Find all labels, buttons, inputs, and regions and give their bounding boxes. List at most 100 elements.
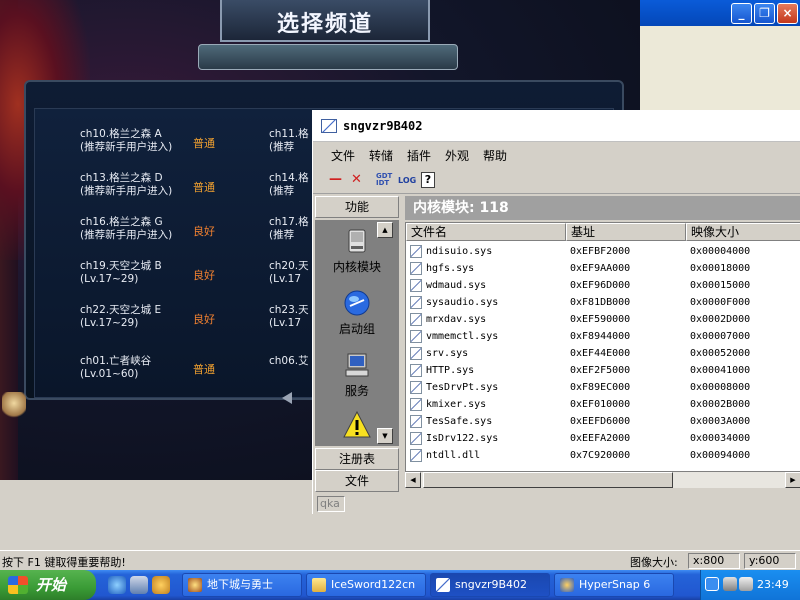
cell-base: 0xEF010000 [570, 399, 631, 410]
file-icon [410, 330, 422, 343]
channel-item[interactable]: ch22.天空之城 E (Lv.17~29) [80, 304, 161, 330]
minus-icon[interactable]: — [329, 172, 342, 190]
file-icon [410, 296, 422, 309]
channel-name: ch22.天空之城 E [80, 304, 162, 316]
tray-expand-icon[interactable] [705, 577, 719, 591]
channel-name: ch01.亡者峡谷 [80, 355, 152, 367]
nav-item-startup-group[interactable]: 启动组 [315, 288, 399, 337]
channel-item[interactable]: ch11.格 (推荐 [269, 128, 312, 154]
table-row[interactable]: vmmemctl.sys 0xF8944000 0x00007000 [406, 328, 800, 345]
channel-name: ch11.格 [269, 128, 309, 140]
table-row[interactable]: IsDrv122.sys 0xEEFA2000 0x00034000 [406, 430, 800, 447]
nav-scroll-down-button[interactable]: ▼ [377, 428, 393, 444]
file-icon [410, 415, 422, 428]
menu-bar: 文件 转储 插件 外观 帮助 [313, 142, 800, 168]
table-row[interactable]: wdmaud.sys 0xEF96D000 0x00015000 [406, 277, 800, 294]
nav-file-button[interactable]: 文件 [315, 470, 399, 492]
folder-icon [312, 578, 326, 592]
channel-item[interactable]: ch14.格 (推荐 [269, 172, 312, 198]
cell-base: 0xF89EC000 [570, 382, 631, 393]
log-icon[interactable]: LOG [398, 176, 416, 194]
image-width-field: x:800 [688, 553, 740, 569]
task-game[interactable]: 地下城与勇士 [182, 573, 302, 597]
function-header[interactable]: 功能 [315, 196, 399, 218]
cell-filename: wdmaud.sys [426, 280, 487, 291]
table-row[interactable]: mrxdav.sys 0xEF590000 0x0002D000 [406, 311, 800, 328]
cell-base: 0xF81DB000 [570, 297, 631, 308]
scroll-right-button[interactable]: ▶ [785, 472, 800, 488]
minimize-button[interactable]: _ [731, 3, 752, 24]
column-header-filename[interactable]: 文件名 [406, 223, 566, 241]
channel-item[interactable]: ch01.亡者峡谷 (Lv.01~60) [80, 355, 151, 381]
help-hint: 按下 F1 键取得重要帮助! [2, 556, 126, 569]
menu-view[interactable]: 外观 [445, 147, 469, 164]
table-row[interactable]: sysaudio.sys 0xF81DB000 0x0000F000 [406, 294, 800, 311]
task-hypersnap[interactable]: HyperSnap 6 [554, 573, 674, 597]
channel-item[interactable]: ch16.格兰之森 G (推荐新手用户进入) [80, 216, 172, 242]
volume-icon[interactable] [739, 577, 753, 591]
task-label: IceSword122cn [331, 578, 416, 591]
file-icon [410, 449, 422, 462]
help-icon[interactable]: ? [421, 172, 435, 188]
file-icon [410, 381, 422, 394]
file-icon [410, 262, 422, 275]
channel-item[interactable]: ch20.天 (Lv.17 [269, 260, 312, 286]
nav-item-services[interactable]: 服务 [315, 350, 399, 399]
task-icesword-folder[interactable]: IceSword122cn [306, 573, 426, 597]
maximize-button[interactable]: ❐ [754, 3, 775, 24]
scroll-left-button[interactable]: ◀ [405, 472, 421, 488]
column-header-base[interactable]: 基址 [566, 223, 686, 241]
table-row[interactable]: srv.sys 0xEF44E000 0x00052000 [406, 345, 800, 362]
start-button[interactable]: 开始 [0, 570, 96, 600]
cell-filename: vmmemctl.sys [426, 331, 499, 342]
table-row[interactable]: kmixer.sys 0xEF010000 0x0002B000 [406, 396, 800, 413]
cell-filename: srv.sys [426, 348, 469, 359]
close-button[interactable]: × [777, 3, 798, 24]
task-icesword[interactable]: sngvzr9B402 [430, 573, 550, 597]
nav-registry-button[interactable]: 注册表 [315, 448, 399, 470]
cell-size: 0x0002D000 [690, 314, 751, 325]
table-row[interactable]: ntdll.dll 0x7C920000 0x00094000 [406, 447, 800, 464]
ie-icon[interactable] [108, 576, 126, 594]
table-row[interactable]: hgfs.sys 0xEF9AA000 0x00018000 [406, 260, 800, 277]
channel-item[interactable]: ch19.天空之城 B (Lv.17~29) [80, 260, 162, 286]
channel-item[interactable]: ch06.艾 [269, 355, 312, 368]
channel-item[interactable]: ch10.格兰之森 A (推荐新手用户进入) [80, 128, 172, 154]
column-header-size[interactable]: 映像大小 [686, 223, 800, 241]
cell-size: 0x0002B000 [690, 399, 751, 410]
channel-status: 普通 [193, 137, 215, 150]
channel-name: ch14.格 [269, 172, 309, 184]
channel-note: (推荐新手用户进入) [80, 229, 173, 241]
table-row[interactable]: ndisuio.sys 0xEFBF2000 0x00004000 [406, 243, 800, 260]
cell-size: 0x00015000 [690, 280, 751, 291]
channel-item[interactable]: ch23.天 (Lv.17 [269, 304, 312, 330]
nav-scroll-up-button[interactable]: ▲ [377, 222, 393, 238]
channel-item[interactable]: ch13.格兰之森 D (推荐新手用户进入) [80, 172, 172, 198]
table-row[interactable]: HTTP.sys 0xEF2F5000 0x00041000 [406, 362, 800, 379]
network-icon[interactable] [723, 577, 737, 591]
horizontal-scrollbar[interactable]: ◀ ▶ [405, 472, 800, 488]
file-icon [410, 432, 422, 445]
channel-status: 良好 [193, 269, 215, 282]
page-left-arrow-icon[interactable] [282, 392, 292, 404]
cell-filename: TesSafe.sys [426, 416, 493, 427]
cell-base: 0xEFBF2000 [570, 246, 631, 257]
main-window-client-bottom [0, 480, 312, 550]
gdt-idt-icon[interactable]: GDT IDT [376, 173, 392, 191]
channel-item[interactable]: ch17.格 (推荐 [269, 216, 312, 242]
menu-help[interactable]: 帮助 [483, 147, 507, 164]
menu-file[interactable]: 文件 [331, 147, 355, 164]
app-icon [321, 119, 337, 133]
desktop-icon[interactable] [130, 576, 148, 594]
table-row[interactable]: TesDrvPt.sys 0xF89EC000 0x00008000 [406, 379, 800, 396]
table-row[interactable]: TesSafe.sys 0xEEFD6000 0x0003A000 [406, 413, 800, 430]
menu-dump[interactable]: 转储 [369, 147, 393, 164]
cell-filename: sysaudio.sys [426, 297, 499, 308]
close-x-icon[interactable]: ✕ [351, 172, 362, 190]
menu-plugins[interactable]: 插件 [407, 147, 431, 164]
media-icon[interactable] [152, 576, 170, 594]
warning-icon [343, 410, 371, 438]
cell-base: 0xEF96D000 [570, 280, 631, 291]
scroll-thumb[interactable] [423, 472, 673, 488]
system-tray: 23:49 [700, 570, 800, 600]
